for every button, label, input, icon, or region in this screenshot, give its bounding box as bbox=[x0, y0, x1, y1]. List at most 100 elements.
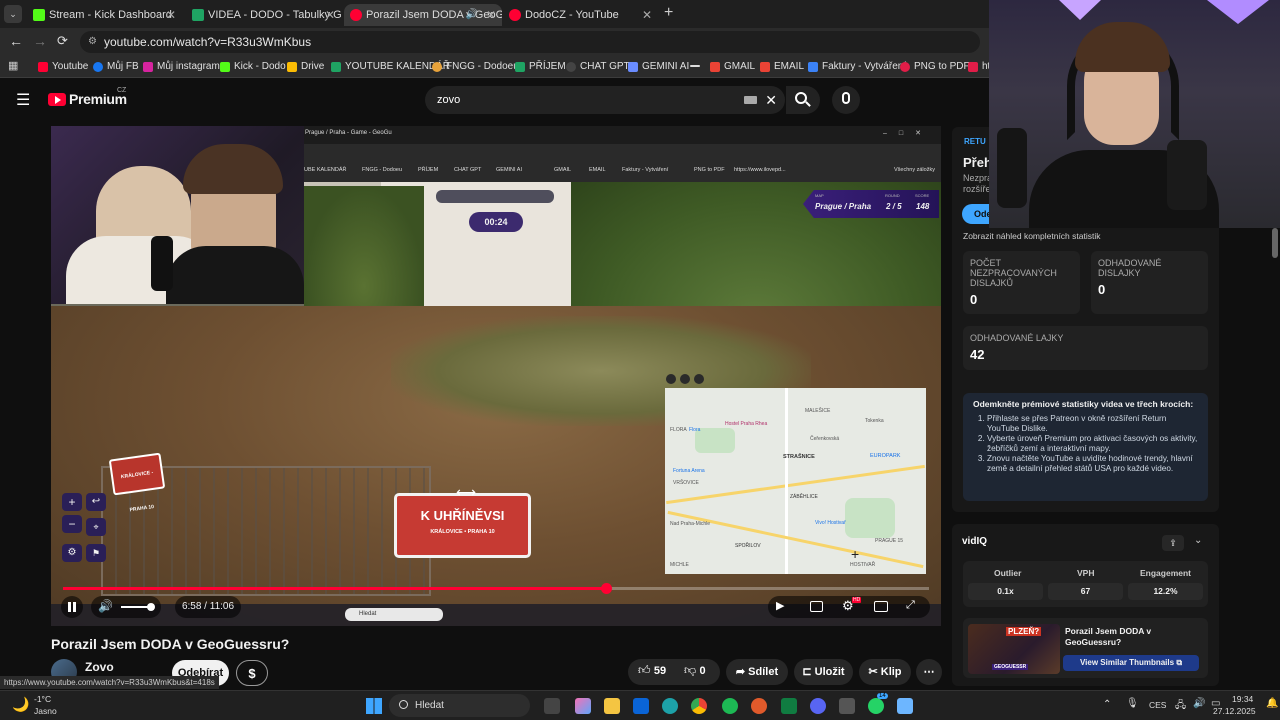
tab-search-button[interactable]: ⌄ bbox=[4, 5, 22, 23]
bookmark-separator[interactable] bbox=[690, 59, 700, 75]
bookmark-kick[interactable]: Kick - Dodo bbox=[220, 59, 286, 75]
whatsapp-icon[interactable] bbox=[868, 698, 884, 714]
calculator-icon[interactable] bbox=[839, 698, 855, 714]
menu-icon[interactable]: ☰ bbox=[16, 90, 30, 110]
reload-icon[interactable]: ⟳ bbox=[57, 33, 68, 49]
share-icon[interactable]: ⇪ bbox=[1162, 535, 1184, 551]
weather-icon[interactable]: 🌙 bbox=[12, 696, 29, 713]
edge-icon[interactable] bbox=[662, 698, 678, 714]
windows-start-icon[interactable] bbox=[366, 698, 382, 714]
autoplay-toggle[interactable]: ▶ bbox=[776, 599, 784, 612]
map-shrink-icon[interactable] bbox=[694, 374, 704, 384]
map-expand-icon[interactable] bbox=[680, 374, 690, 384]
weather-temp[interactable]: -1°C bbox=[34, 694, 51, 704]
zoom-out-button[interactable]: − bbox=[62, 515, 82, 533]
forward-icon[interactable]: → bbox=[33, 33, 47, 49]
voice-search-button[interactable] bbox=[832, 86, 860, 114]
bookmark-chatgpt[interactable]: CHAT GPT bbox=[566, 59, 630, 75]
bookmark-gemini[interactable]: GEMINI AI bbox=[628, 59, 689, 75]
obs-icon[interactable] bbox=[751, 698, 767, 714]
close-icon[interactable]: ✕ bbox=[166, 4, 176, 26]
bookmark-prijem[interactable]: PŘÍJEM bbox=[515, 59, 566, 75]
language-indicator[interactable]: CES bbox=[1149, 700, 1166, 710]
clock-time[interactable]: 19:34 bbox=[1232, 694, 1253, 704]
excel-icon[interactable] bbox=[781, 698, 797, 714]
stats-preview-link[interactable]: Zobrazit náhled kompletních statistik bbox=[963, 231, 1100, 241]
microphone-icon[interactable]: 🎙︎ bbox=[1126, 698, 1139, 709]
view-similar-button[interactable]: View Similar Thumbnails ⧉ bbox=[1063, 655, 1199, 671]
tab-google-sheets[interactable]: VIDEA - DODO - Tabulky Googl ✕ bbox=[186, 4, 341, 26]
dislike-button[interactable]: 👎︎ 0 bbox=[684, 663, 706, 678]
search-input[interactable]: zovo ✕ bbox=[425, 86, 785, 114]
geo-guess-map[interactable]: MALEŠICE Hostel Praha Rhea Tokenka FLORA… bbox=[665, 388, 926, 574]
bookmark-instagram[interactable]: Můj instagram bbox=[143, 59, 220, 75]
subtitles-icon[interactable] bbox=[810, 601, 823, 612]
bookmark-youtube[interactable]: Youtube bbox=[38, 59, 88, 75]
notifications-icon[interactable]: 🔔 bbox=[1266, 698, 1278, 709]
video-player[interactable]: Prague / Praha - Game - GeoGu –□✕ UBE KA… bbox=[51, 126, 941, 626]
video-thumbnail[interactable]: PLZEŇ? GEOGUESSR bbox=[968, 624, 1060, 674]
fullscreen-icon[interactable]: ⤢ bbox=[906, 599, 915, 612]
chevron-down-icon[interactable]: ⌄ bbox=[1194, 535, 1202, 546]
similar-thumb-card[interactable]: PLZEŇ? GEOGUESSR Porazil Jsem DODA v Geo… bbox=[963, 618, 1208, 678]
bookmark-faktury[interactable]: Faktury - Vytváření bbox=[808, 59, 906, 75]
map-pin-icon[interactable] bbox=[666, 374, 676, 384]
flag-button[interactable]: ⚑ bbox=[86, 544, 106, 562]
apps-icon[interactable]: ▦ bbox=[8, 59, 18, 72]
zoom-in-button[interactable]: + bbox=[62, 493, 82, 511]
chevron-up-icon[interactable]: ⌃ bbox=[1103, 699, 1111, 710]
share-button[interactable]: ➦ Sdílet bbox=[726, 659, 788, 685]
save-button[interactable]: ⊏ Uložit bbox=[794, 659, 853, 685]
keyboard-icon[interactable] bbox=[744, 96, 757, 104]
site-info-icon[interactable]: ⚙ bbox=[88, 31, 97, 53]
volume-icon[interactable]: 🔊 bbox=[1193, 698, 1205, 709]
chrome-icon[interactable] bbox=[691, 698, 707, 714]
spotify-icon[interactable] bbox=[722, 698, 738, 714]
file-explorer-icon[interactable] bbox=[604, 698, 620, 714]
page-scrollbar[interactable] bbox=[1272, 228, 1278, 258]
tab-kick-dashboard[interactable]: Stream - Kick Dashboard ✕ bbox=[27, 4, 182, 26]
copilot-icon[interactable] bbox=[575, 698, 591, 714]
progress-scrubber[interactable] bbox=[600, 583, 612, 594]
close-icon[interactable]: ✕ bbox=[642, 4, 652, 26]
clip-button[interactable]: ✂ Klip bbox=[859, 659, 911, 685]
bookmark-drive[interactable]: Drive bbox=[287, 59, 324, 75]
notepad-icon[interactable] bbox=[897, 698, 913, 714]
tab-youtube-video[interactable]: Porazil Jsem DODA v GeoGu 🔊 ✕ bbox=[344, 4, 502, 26]
bookmark-fngg[interactable]: FNGG - Dodoeu bbox=[432, 59, 519, 75]
close-icon[interactable]: ✕ bbox=[486, 4, 496, 26]
taskbar-search[interactable]: Hledat bbox=[389, 694, 530, 717]
network-icon[interactable]: 🖧 bbox=[1175, 698, 1186, 715]
undo-button[interactable]: ↩ bbox=[86, 493, 106, 511]
volume-knob[interactable] bbox=[147, 603, 155, 611]
clear-icon[interactable]: ✕ bbox=[765, 86, 777, 114]
play-pause-button[interactable] bbox=[61, 596, 83, 618]
outlook-icon[interactable] bbox=[633, 698, 649, 714]
search-button[interactable] bbox=[786, 86, 820, 114]
player-progress-track[interactable] bbox=[63, 583, 929, 594]
address-bar[interactable]: ⚙ youtube.com/watch?v=R33u3WmKbus bbox=[80, 31, 980, 53]
bookmark-png-pdf[interactable]: PNG to PDF bbox=[900, 59, 970, 75]
back-icon[interactable]: ← bbox=[9, 33, 23, 49]
more-actions-button[interactable]: ⋯ bbox=[916, 659, 942, 685]
volume-icon[interactable]: 🔊 bbox=[98, 599, 113, 613]
nav-arrows-icon[interactable]: ⟷ bbox=[456, 484, 476, 501]
bookmark-gmail[interactable]: GMAIL bbox=[710, 59, 755, 75]
checkpoint-button[interactable]: ⌖ bbox=[86, 518, 106, 536]
bookmark-email[interactable]: EMAIL bbox=[760, 59, 804, 75]
channel-name[interactable]: Zovo bbox=[85, 660, 114, 674]
super-thanks-button[interactable]: $ bbox=[236, 660, 268, 686]
miniplayer-icon[interactable] bbox=[874, 601, 888, 612]
close-icon[interactable]: ✕ bbox=[325, 4, 335, 26]
volume-control[interactable]: 🔊 bbox=[91, 596, 161, 618]
clock-date[interactable]: 27.12.2025 bbox=[1213, 706, 1256, 716]
task-view-icon[interactable] bbox=[544, 698, 560, 714]
settings-button[interactable]: ⚙ bbox=[62, 544, 82, 562]
bookmark-fb[interactable]: Můj FB bbox=[93, 59, 139, 75]
weather-desc[interactable]: Jasno bbox=[34, 706, 57, 716]
like-button[interactable]: 👍︎ 59 bbox=[638, 663, 666, 678]
new-tab-button[interactable]: + bbox=[664, 4, 673, 22]
discord-icon[interactable] bbox=[810, 698, 826, 714]
speaker-icon[interactable]: 🔊 bbox=[466, 4, 478, 26]
tab-dodocz-youtube[interactable]: DodoCZ - YouTube ✕ bbox=[503, 4, 658, 26]
